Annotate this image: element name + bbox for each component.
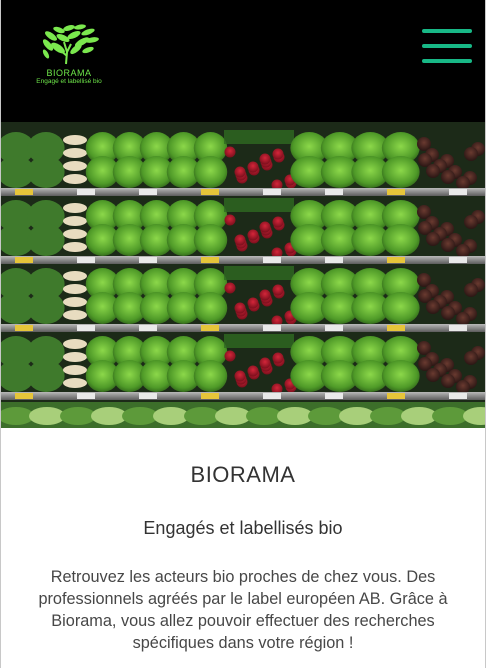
site-header: BIORAMA Engagé et labellisé bio — [1, 0, 485, 122]
intro-description: Retrouvez les acteurs bio proches de che… — [38, 568, 448, 652]
page-title: BIORAMA — [190, 462, 296, 487]
hero-image — [1, 122, 485, 428]
leaf-tree-icon — [42, 24, 99, 65]
hamburger-menu-icon[interactable] — [422, 29, 472, 65]
brand-name: BIORAMA — [46, 68, 92, 78]
page: BIORAMA Engagé et labellisé bio BIORAMA … — [0, 0, 486, 668]
brand-tagline: Engagé et labellisé bio — [36, 78, 102, 85]
logo[interactable]: BIORAMA Engagé et labellisé bio — [29, 22, 109, 86]
intro-section: BIORAMA Engagés et labellisés bio Retrou… — [1, 428, 485, 654]
page-subtitle: Engagés et labellisés bio — [143, 518, 343, 538]
